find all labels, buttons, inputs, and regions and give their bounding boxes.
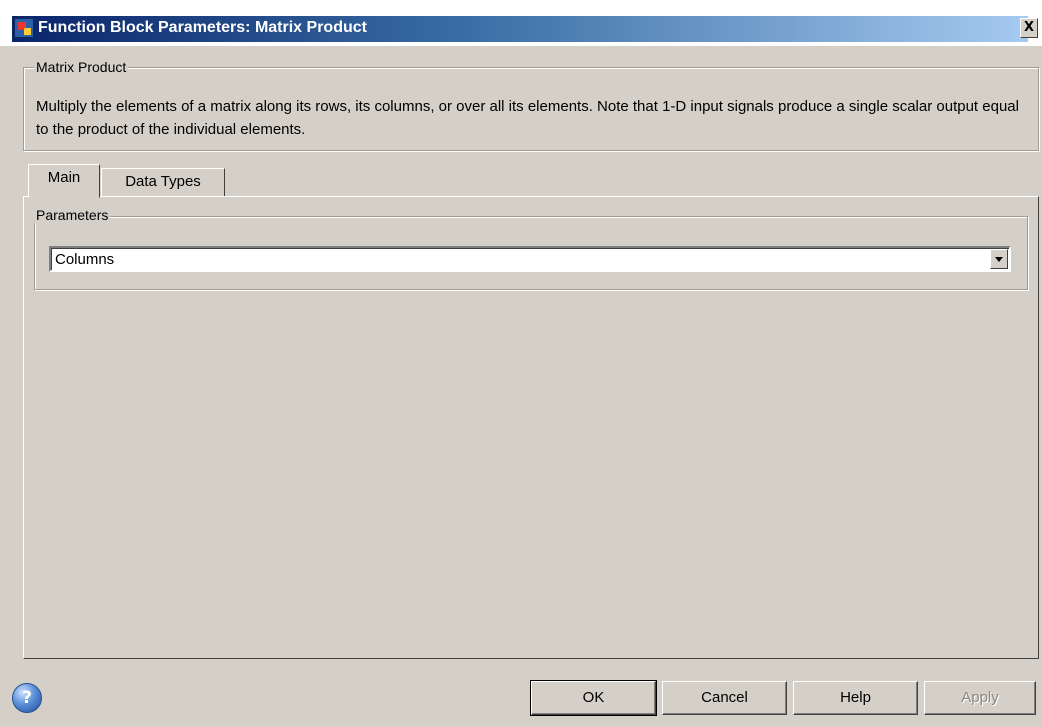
window-title: Function Block Parameters: Matrix Produc…	[38, 19, 367, 36]
tab-data-types[interactable]: Data Types	[101, 168, 225, 198]
cancel-button[interactable]: Cancel	[662, 681, 787, 715]
block-description: Multiply the elements of a matrix along …	[36, 98, 1019, 138]
help-button[interactable]: Help	[793, 681, 918, 715]
multiply-along-select[interactable]: Columns	[49, 246, 1011, 272]
description-group-label: Matrix Product	[34, 59, 129, 75]
multiply-along-value: Columns	[55, 251, 115, 268]
help-icon[interactable]: ?	[12, 683, 42, 713]
chevron-down-icon[interactable]	[990, 249, 1008, 269]
parameters-group-label: Parameters	[34, 207, 111, 223]
tab-main[interactable]: Main	[28, 164, 100, 198]
apply-button[interactable]: Apply	[924, 681, 1036, 715]
close-button[interactable]: X	[1020, 18, 1038, 38]
ok-button[interactable]: OK	[530, 680, 657, 716]
title-bar: Function Block Parameters: Matrix Produc…	[0, 0, 1042, 46]
simulink-app-icon	[14, 18, 34, 38]
